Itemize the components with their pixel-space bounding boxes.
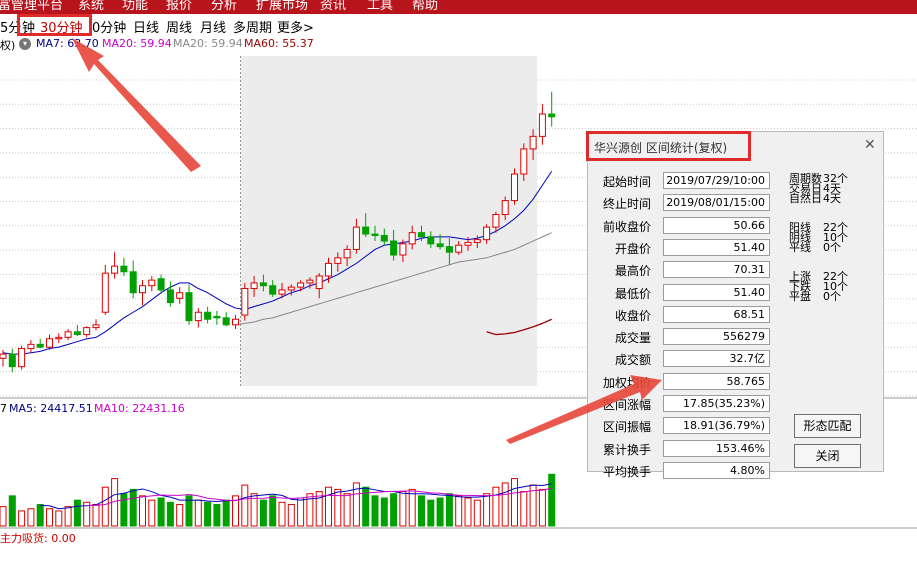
- arrow-to-period-icon: [72, 38, 201, 172]
- annotation-arrows: [72, 38, 662, 444]
- arrow-to-range-gain-icon: [506, 375, 662, 444]
